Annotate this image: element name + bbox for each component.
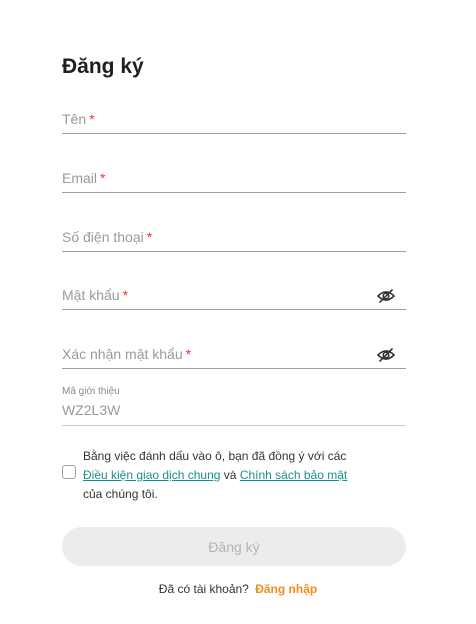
agreement-checkbox[interactable] [62, 465, 76, 479]
register-button[interactable]: Đăng ký [62, 527, 406, 566]
email-field[interactable]: Email * [62, 166, 406, 193]
name-placeholder: Tên * [62, 111, 95, 127]
required-mark: * [100, 170, 106, 186]
eye-off-icon[interactable] [376, 345, 396, 365]
login-link[interactable]: Đăng nhập [255, 582, 317, 596]
agreement-text-before: Bằng việc đánh dấu vào ô, bạn đã đồng ý … [83, 449, 347, 463]
required-mark: * [185, 346, 192, 362]
agreement-connector: và [223, 468, 237, 482]
agreement-text: Bằng việc đánh dấu vào ô, bạn đã đồng ý … [83, 447, 383, 504]
confirm-password-placeholder: Xác nhận mật khẩu * [62, 346, 192, 362]
confirm-password-field[interactable]: Xác nhận mật khẩu * [62, 342, 406, 369]
phone-placeholder: Số điện thoại * [62, 229, 153, 245]
name-field[interactable]: Tên * [62, 107, 406, 134]
agreement-text-after: của chúng tôi. [83, 487, 158, 501]
referral-label: Mã giới thiệu [62, 386, 120, 397]
referral-field[interactable]: WZ2L3W [62, 398, 406, 426]
email-placeholder: Email * [62, 170, 106, 186]
terms-link[interactable]: Điều kiện giao dịch chung [83, 468, 220, 482]
eye-off-icon[interactable] [376, 286, 396, 306]
required-mark: * [122, 287, 129, 303]
login-prompt: Đã có tài khoản? Đăng nhập [0, 582, 476, 596]
phone-field[interactable]: Số điện thoại * [62, 225, 406, 252]
required-mark: * [146, 229, 153, 245]
login-prompt-text: Đã có tài khoản? [158, 582, 249, 596]
page-title: Đăng ký [62, 55, 144, 78]
password-placeholder: Mật khẩu * [62, 287, 129, 303]
required-mark: * [89, 111, 95, 127]
privacy-link[interactable]: Chính sách bảo mật [240, 468, 347, 482]
referral-value: WZ2L3W [62, 402, 121, 418]
password-field[interactable]: Mật khẩu * [62, 283, 406, 310]
